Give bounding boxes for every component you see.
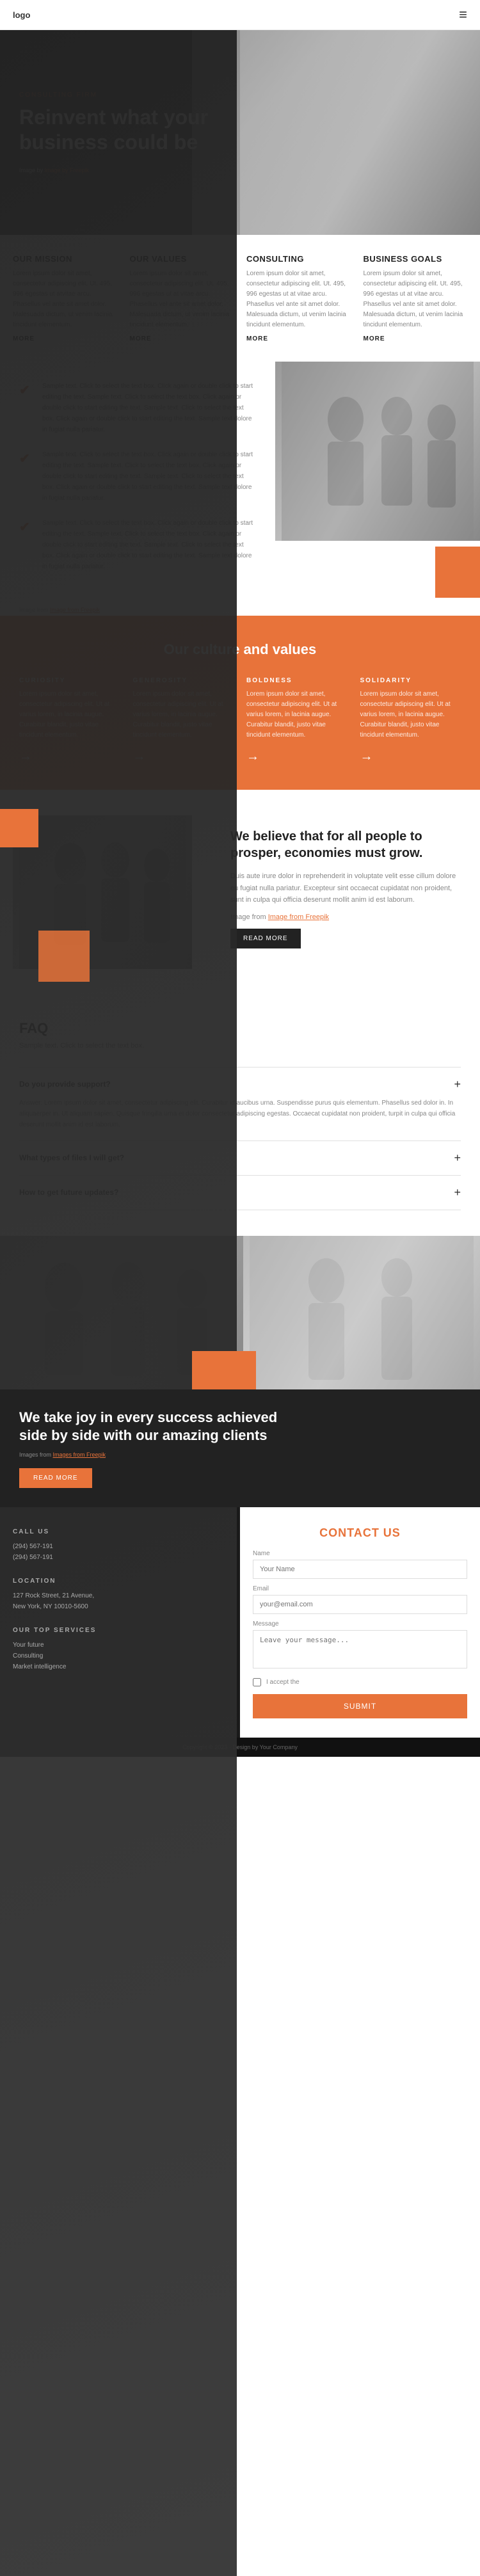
success-read-more-button[interactable]: READ MORE <box>19 1468 92 1488</box>
mission-col-goals: Business Goals Lorem ipsum dolor sit ame… <box>364 254 468 342</box>
believe-credit-link[interactable]: Image from Freepik <box>268 913 329 921</box>
success-title: We take joy in every success achieved si… <box>19 1409 284 1445</box>
footer-left: CALL US (294) 567-191 (294) 567-191 LOCA… <box>0 1507 240 1738</box>
believe-orange-top <box>0 809 38 847</box>
footer-location: LOCATION 127 Rock Street, 21 Avenue, New… <box>13 1576 227 1612</box>
faq-plus-icon-2[interactable]: + <box>454 1186 461 1199</box>
footer-contact-title: CONTACT US <box>253 1526 467 1540</box>
culture-solidarity-arrow[interactable]: → <box>360 749 373 764</box>
nav-menu-icon[interactable]: ≡ <box>459 6 467 23</box>
checklist-orange-accent <box>435 547 480 598</box>
form-email-label: Email <box>253 1585 467 1592</box>
mission-title-goals: Business Goals <box>364 254 468 264</box>
footer-address: 127 Rock Street, 21 Avenue, New York, NY… <box>13 1590 227 1612</box>
culture-col-solidarity: SOLIDARITY Lorem ipsum dolor sit amet, c… <box>360 677 461 764</box>
mission-text-consulting: Lorem ipsum dolor sit amet, consectetur … <box>246 269 351 330</box>
checklist-image <box>275 362 480 541</box>
form-email-group: Email <box>253 1585 467 1614</box>
form-accept-checkbox[interactable] <box>253 1678 261 1686</box>
nav-logo: logo <box>13 10 30 20</box>
form-submit-button[interactable]: SUBMIT <box>253 1694 467 1718</box>
footer-phone-2[interactable]: (294) 567-191 <box>13 1552 227 1563</box>
checklist-right <box>275 362 480 591</box>
footer-phone-1[interactable]: (294) 567-191 <box>13 1541 227 1552</box>
footer-top: CALL US (294) 567-191 (294) 567-191 LOCA… <box>0 1507 480 1738</box>
footer-service-2[interactable]: Consulting <box>13 1651 227 1661</box>
success-credit: Images from Images from Freepik <box>19 1452 461 1458</box>
believe-orange-bottom <box>38 931 90 982</box>
footer-services: OUR TOP SERVICES Your future Consulting … <box>13 1625 227 1672</box>
faq-plus-icon-0[interactable]: + <box>454 1078 461 1091</box>
success-image-2 <box>243 1236 480 1389</box>
footer-call-us: CALL US (294) 567-191 (294) 567-191 <box>13 1526 227 1563</box>
form-name-group: Name <box>253 1550 467 1579</box>
footer-call-us-title: CALL US <box>13 1526 227 1537</box>
navbar: logo ≡ <box>0 0 480 30</box>
mission-title-consulting: Consulting <box>246 254 351 264</box>
form-email-input[interactable] <box>253 1595 467 1614</box>
culture-solidarity-title: SOLIDARITY <box>360 677 461 684</box>
believe-text: Duis aute irure dolor in reprehenderit i… <box>230 870 461 906</box>
culture-boldness-title: BOLDNESS <box>246 677 348 684</box>
form-message-label: Message <box>253 1620 467 1628</box>
mission-text-goals: Lorem ipsum dolor sit amet, consectetur … <box>364 269 468 330</box>
mission-more-consulting[interactable]: MORE <box>246 335 351 342</box>
footer-location-title: LOCATION <box>13 1576 227 1587</box>
form-name-input[interactable] <box>253 1560 467 1579</box>
form-message-group: Message <box>253 1620 467 1672</box>
culture-col-boldness: BOLDNESS Lorem ipsum dolor sit amet, con… <box>246 677 348 764</box>
mission-col-consulting: Consulting Lorem ipsum dolor sit amet, c… <box>246 254 351 342</box>
success-content: We take joy in every success achieved si… <box>0 1389 480 1507</box>
footer-service-1[interactable]: Your future <box>13 1640 227 1651</box>
believe-credit: Image from Image from Freepik <box>230 911 461 924</box>
form-name-label: Name <box>253 1550 467 1557</box>
believe-read-more-button[interactable]: READ MORE <box>230 929 301 948</box>
culture-solidarity-text: Lorem ipsum dolor sit amet, consectetur … <box>360 689 461 740</box>
form-accept-label: I accept the <box>266 1679 300 1686</box>
form-accept-row: I accept the <box>253 1678 467 1686</box>
footer-service-3[interactable]: Market intelligence <box>13 1661 227 1672</box>
culture-boldness-text: Lorem ipsum dolor sit amet, consectetur … <box>246 689 348 740</box>
believe-right: We believe that for all people to prospe… <box>205 815 480 969</box>
footer: CALL US (294) 567-191 (294) 567-191 LOCA… <box>0 1507 480 1757</box>
footer-contact-form: CONTACT US Name Email Message I accept t… <box>240 1507 480 1738</box>
culture-boldness-arrow[interactable]: → <box>246 749 259 764</box>
mission-more-goals[interactable]: MORE <box>364 335 468 342</box>
form-message-textarea[interactable] <box>253 1630 467 1668</box>
footer-services-title: OUR TOP SERVICES <box>13 1625 227 1636</box>
success-credit-link[interactable]: Images from Freepik <box>53 1452 106 1458</box>
believe-title: We believe that for all people to prospe… <box>230 828 461 861</box>
faq-plus-icon-1[interactable]: + <box>454 1151 461 1165</box>
